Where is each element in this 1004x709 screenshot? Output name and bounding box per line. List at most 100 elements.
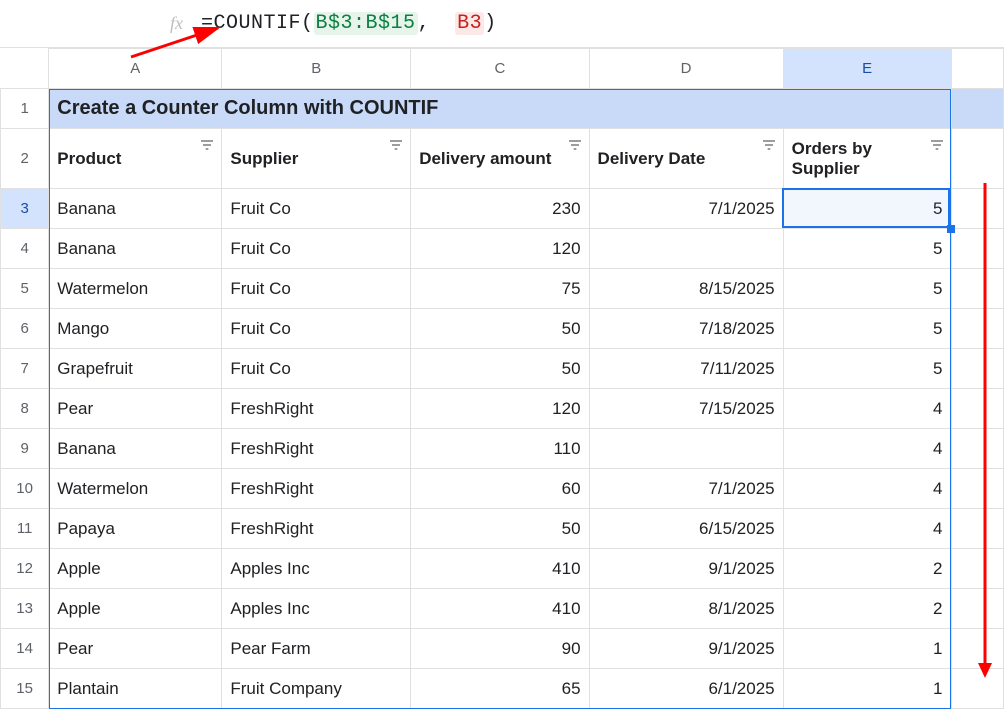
cell-C6[interactable]: 50 — [411, 309, 589, 349]
cell-F4[interactable] — [951, 229, 1004, 269]
filter-icon[interactable] — [761, 137, 777, 153]
cell-A14[interactable]: Pear — [49, 629, 222, 669]
cell-B3[interactable]: Fruit Co — [222, 189, 411, 229]
cell-D15[interactable]: 6/1/2025 — [589, 669, 783, 709]
cell-C8[interactable]: 120 — [411, 389, 589, 429]
cell-A9[interactable]: Banana — [49, 429, 222, 469]
header-supplier[interactable]: Supplier — [222, 129, 411, 189]
cell-E4[interactable]: 5 — [783, 229, 951, 269]
cell-D8[interactable]: 7/15/2025 — [589, 389, 783, 429]
cell-B7[interactable]: Fruit Co — [222, 349, 411, 389]
row-head-5[interactable]: 5 — [1, 269, 49, 309]
cell-E14[interactable]: 1 — [783, 629, 951, 669]
cell-D10[interactable]: 7/1/2025 — [589, 469, 783, 509]
cell-C15[interactable]: 65 — [411, 669, 589, 709]
row-head-9[interactable]: 9 — [1, 429, 49, 469]
cell-D7[interactable]: 7/11/2025 — [589, 349, 783, 389]
cell-A3[interactable]: Banana — [49, 189, 222, 229]
row-head-2[interactable]: 2 — [1, 129, 49, 189]
cell-A7[interactable]: Grapefruit — [49, 349, 222, 389]
cell-F15[interactable] — [951, 669, 1004, 709]
col-head-E[interactable]: E — [783, 49, 951, 89]
cell-F12[interactable] — [951, 549, 1004, 589]
filter-icon[interactable] — [388, 137, 404, 153]
cell-B9[interactable]: FreshRight — [222, 429, 411, 469]
cell-E7[interactable]: 5 — [783, 349, 951, 389]
cell-F5[interactable] — [951, 269, 1004, 309]
cell-D5[interactable]: 8/15/2025 — [589, 269, 783, 309]
cell-A8[interactable]: Pear — [49, 389, 222, 429]
cell-B8[interactable]: FreshRight — [222, 389, 411, 429]
row-head-12[interactable]: 12 — [1, 549, 49, 589]
cell-F14[interactable] — [951, 629, 1004, 669]
col-head-B[interactable]: B — [222, 49, 411, 89]
row-head-13[interactable]: 13 — [1, 589, 49, 629]
filter-icon[interactable] — [567, 137, 583, 153]
cell-D11[interactable]: 6/15/2025 — [589, 509, 783, 549]
cell-C3[interactable]: 230 — [411, 189, 589, 229]
cell-C5[interactable]: 75 — [411, 269, 589, 309]
formula-input[interactable]: =COUNTIF(B$3:B$15, B3) — [201, 12, 497, 35]
cell-A11[interactable]: Papaya — [49, 509, 222, 549]
cell-F7[interactable] — [951, 349, 1004, 389]
cell-B6[interactable]: Fruit Co — [222, 309, 411, 349]
cell-B10[interactable]: FreshRight — [222, 469, 411, 509]
col-head-C[interactable]: C — [411, 49, 589, 89]
row-head-15[interactable]: 15 — [1, 669, 49, 709]
cell-E8[interactable]: 4 — [783, 389, 951, 429]
row-head-11[interactable]: 11 — [1, 509, 49, 549]
cell-E10[interactable]: 4 — [783, 469, 951, 509]
cell-F2[interactable] — [951, 129, 1004, 189]
col-head-blank[interactable] — [951, 49, 1004, 89]
cell-B12[interactable]: Apples Inc — [222, 549, 411, 589]
col-head-D[interactable]: D — [589, 49, 783, 89]
cell-F10[interactable] — [951, 469, 1004, 509]
filter-icon[interactable] — [929, 137, 945, 153]
cell-F13[interactable] — [951, 589, 1004, 629]
select-all-corner[interactable] — [1, 49, 49, 89]
row-head-1[interactable]: 1 — [1, 89, 49, 129]
cell-E9[interactable]: 4 — [783, 429, 951, 469]
row-head-3[interactable]: 3 — [1, 189, 49, 229]
cell-D4[interactable] — [589, 229, 783, 269]
cell-E3[interactable]: 5 — [783, 189, 951, 229]
filter-icon[interactable] — [199, 137, 215, 153]
header-product[interactable]: Product — [49, 129, 222, 189]
cell-F6[interactable] — [951, 309, 1004, 349]
row-head-4[interactable]: 4 — [1, 229, 49, 269]
cell-E15[interactable]: 1 — [783, 669, 951, 709]
cell-A10[interactable]: Watermelon — [49, 469, 222, 509]
cell-A15[interactable]: Plantain — [49, 669, 222, 709]
title-cell[interactable]: Create a Counter Column with COUNTIF — [49, 89, 951, 129]
cell-F8[interactable] — [951, 389, 1004, 429]
row-head-7[interactable]: 7 — [1, 349, 49, 389]
cell-C10[interactable]: 60 — [411, 469, 589, 509]
header-date[interactable]: Delivery Date — [589, 129, 783, 189]
cell-B11[interactable]: FreshRight — [222, 509, 411, 549]
cell-E5[interactable]: 5 — [783, 269, 951, 309]
cell-F9[interactable] — [951, 429, 1004, 469]
header-orders[interactable]: Orders by Supplier — [783, 129, 951, 189]
cell-E6[interactable]: 5 — [783, 309, 951, 349]
cell-C13[interactable]: 410 — [411, 589, 589, 629]
col-head-A[interactable]: A — [49, 49, 222, 89]
cell-E11[interactable]: 4 — [783, 509, 951, 549]
cell-D3[interactable]: 7/1/2025 — [589, 189, 783, 229]
header-amount[interactable]: Delivery amount — [411, 129, 589, 189]
cell-D6[interactable]: 7/18/2025 — [589, 309, 783, 349]
cell-C12[interactable]: 410 — [411, 549, 589, 589]
cell-B14[interactable]: Pear Farm — [222, 629, 411, 669]
cell-E12[interactable]: 2 — [783, 549, 951, 589]
cell-A4[interactable]: Banana — [49, 229, 222, 269]
row-head-8[interactable]: 8 — [1, 389, 49, 429]
cell-D14[interactable]: 9/1/2025 — [589, 629, 783, 669]
cell-C11[interactable]: 50 — [411, 509, 589, 549]
cell-D9[interactable] — [589, 429, 783, 469]
cell-F3[interactable] — [951, 189, 1004, 229]
cell-D12[interactable]: 9/1/2025 — [589, 549, 783, 589]
row-head-10[interactable]: 10 — [1, 469, 49, 509]
cell-A6[interactable]: Mango — [49, 309, 222, 349]
cell-A5[interactable]: Watermelon — [49, 269, 222, 309]
row-head-14[interactable]: 14 — [1, 629, 49, 669]
cell-B15[interactable]: Fruit Company — [222, 669, 411, 709]
